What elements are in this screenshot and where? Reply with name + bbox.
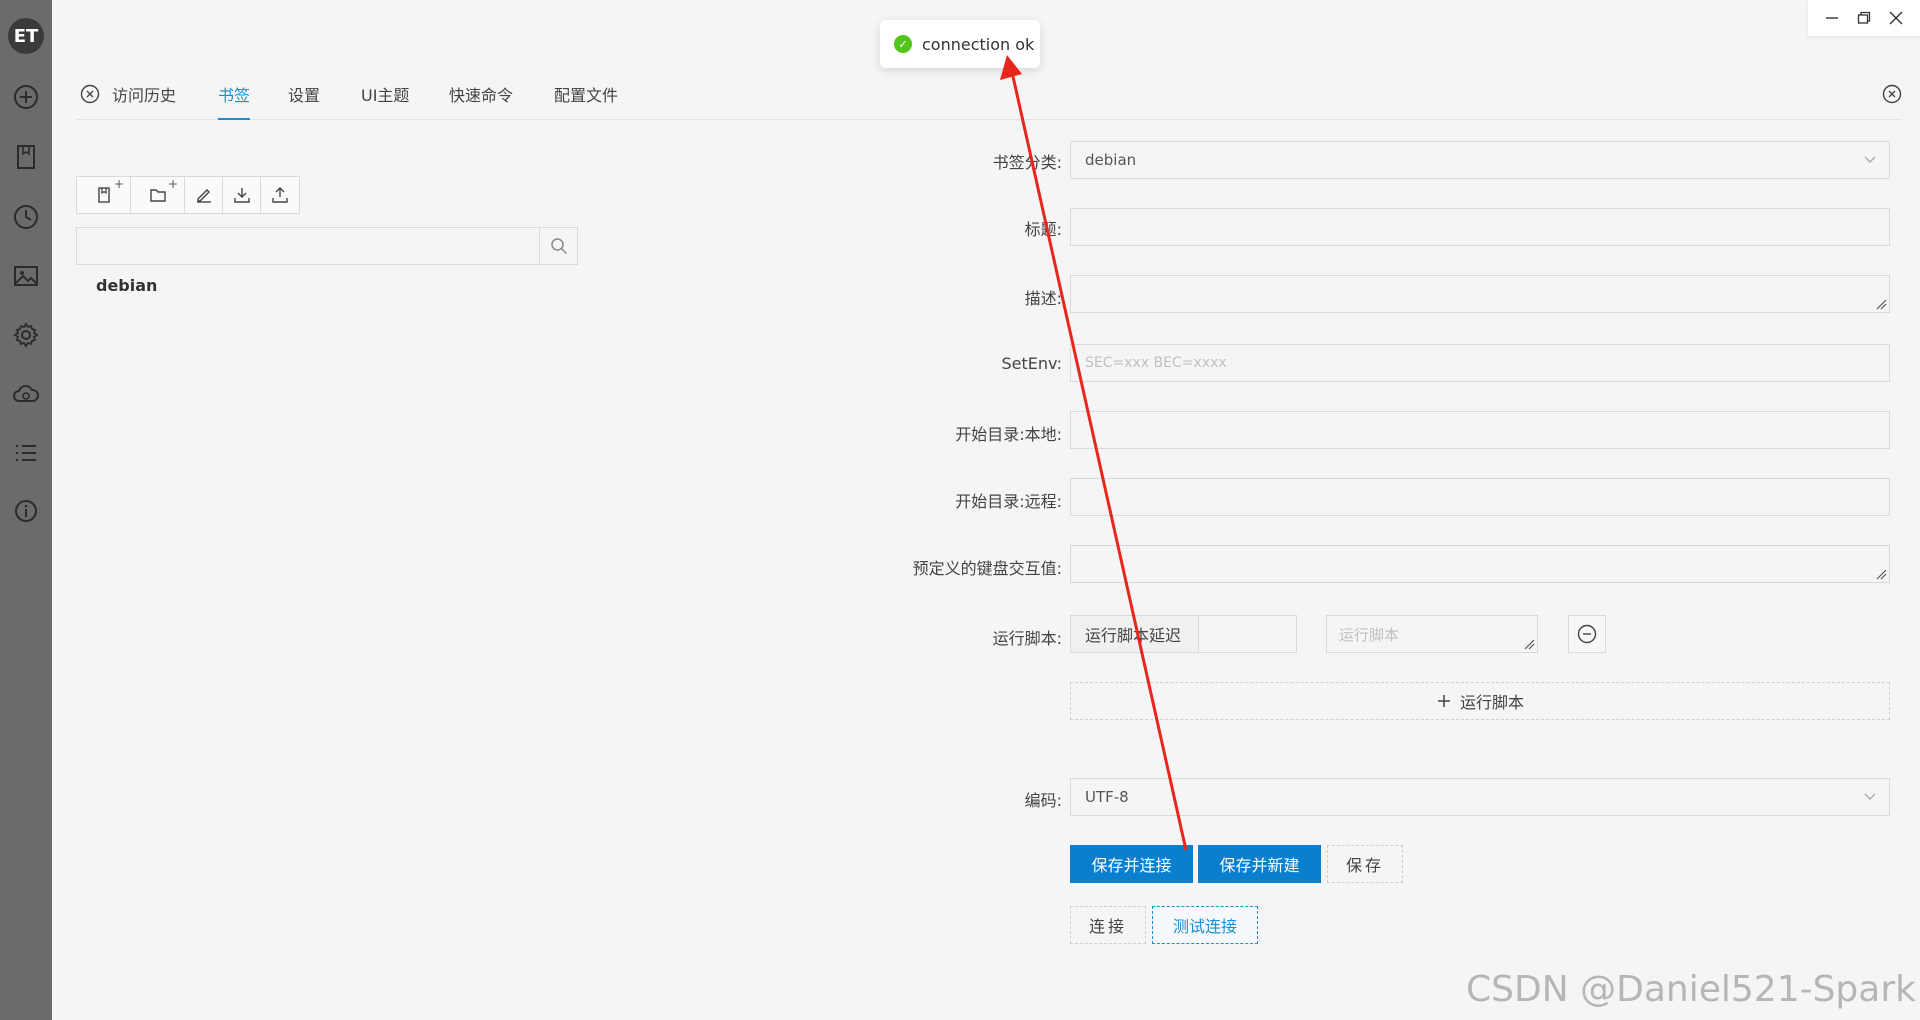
save-button[interactable]: 保存 [1327, 845, 1403, 883]
tab-settings[interactable]: 设置 [288, 82, 320, 106]
tab-config-files[interactable]: 配置文件 [554, 82, 618, 106]
connect-button[interactable]: 连接 [1070, 906, 1146, 944]
new-folder-button[interactable]: + [131, 177, 185, 213]
category-label: 书签分类: [992, 153, 1062, 172]
title-label: 标题: [1024, 220, 1062, 239]
chevron-down-icon [1864, 793, 1876, 800]
toast-message: connection ok [922, 34, 1035, 54]
search-icon[interactable] [539, 228, 577, 264]
image-icon[interactable] [10, 260, 42, 292]
test-connection-button[interactable]: 测试连接 [1152, 906, 1258, 944]
script-placeholder: 运行脚本 [1339, 625, 1400, 644]
minimize-icon[interactable] [1820, 6, 1844, 30]
add-icon[interactable] [10, 81, 42, 113]
save-and-connect-button[interactable]: 保存并连接 [1070, 845, 1193, 883]
cloud-sync-icon[interactable] [10, 378, 42, 410]
category-value: debian [1085, 151, 1137, 169]
tab-history[interactable]: 访问历史 [112, 82, 176, 106]
save-and-new-button[interactable]: 保存并新建 [1198, 845, 1321, 883]
tab-bar: 访问历史 书签 设置 UI主题 快速命令 配置文件 [76, 78, 1902, 120]
edit-button[interactable] [185, 177, 223, 213]
minus-circle-icon [1577, 624, 1597, 644]
start-dir-remote-label: 开始目录:远程: [955, 492, 1062, 511]
script-delay-addon: 运行脚本延迟 [1071, 616, 1199, 652]
watermark: CSDN @Daniel521-Spark [1466, 969, 1916, 1010]
tab-ui-theme[interactable]: UI主题 [361, 82, 409, 106]
history-icon[interactable] [10, 201, 42, 233]
add-script-button[interactable]: 运行脚本 [1070, 682, 1890, 720]
setenv-input[interactable]: SEC=xxx BEC=xxxx [1070, 344, 1890, 382]
close-window-icon[interactable] [1884, 6, 1908, 30]
setenv-label: SetEnv: [1001, 354, 1062, 373]
toast-notification: ✓ connection ok [880, 20, 1040, 68]
remove-script-button[interactable] [1568, 615, 1606, 653]
encoding-select[interactable]: UTF-8 [1070, 778, 1890, 816]
bookmark-item-debian[interactable]: debian [96, 276, 157, 295]
encoding-value: UTF-8 [1085, 788, 1129, 806]
tab-quick-commands[interactable]: 快速命令 [449, 82, 513, 106]
bookmark-search [76, 227, 578, 265]
chevron-down-icon [1864, 156, 1876, 163]
close-panel-icon[interactable] [1882, 84, 1902, 104]
close-tab-icon[interactable] [80, 84, 100, 104]
success-check-icon: ✓ [894, 35, 912, 53]
title-input[interactable] [1070, 208, 1890, 246]
start-dir-remote-input[interactable] [1070, 478, 1890, 516]
description-textarea[interactable] [1070, 275, 1890, 313]
resize-grip-icon[interactable] [1875, 298, 1887, 310]
start-dir-local-label: 开始目录:本地: [955, 425, 1062, 444]
restore-icon[interactable] [1852, 6, 1876, 30]
run-script-label: 运行脚本: [992, 629, 1062, 648]
script-delay-input[interactable] [1199, 616, 1296, 652]
list-icon[interactable] [10, 437, 42, 469]
app-logo[interactable]: ET [8, 18, 44, 54]
tab-bookmarks[interactable]: 书签 [218, 82, 251, 120]
import-button[interactable] [223, 177, 261, 213]
resize-grip-icon[interactable] [1523, 638, 1535, 650]
script-delay-group: 运行脚本延迟 [1070, 615, 1297, 653]
predefined-keys-textarea[interactable] [1070, 545, 1890, 583]
app-sidebar: ET [0, 0, 52, 1020]
new-bookmark-button[interactable]: + [77, 177, 131, 213]
category-select[interactable]: debian [1070, 141, 1890, 179]
start-dir-local-input[interactable] [1070, 411, 1890, 449]
plus-icon [1437, 695, 1450, 707]
description-label: 描述: [1024, 289, 1062, 308]
bookmark-toolbar: + + [76, 176, 300, 214]
window-controls [1808, 0, 1920, 36]
bookmark-search-input[interactable] [77, 228, 539, 264]
encoding-label: 编码: [1024, 791, 1062, 810]
predefined-keys-label: 预定义的键盘交互值: [912, 559, 1062, 578]
bookmark-icon[interactable] [10, 141, 42, 173]
resize-grip-icon[interactable] [1875, 568, 1887, 580]
add-script-label: 运行脚本 [1459, 693, 1524, 712]
gear-icon[interactable] [10, 319, 42, 351]
script-textarea[interactable]: 运行脚本 [1326, 615, 1538, 653]
export-button[interactable] [261, 177, 299, 213]
info-icon[interactable] [10, 495, 42, 527]
